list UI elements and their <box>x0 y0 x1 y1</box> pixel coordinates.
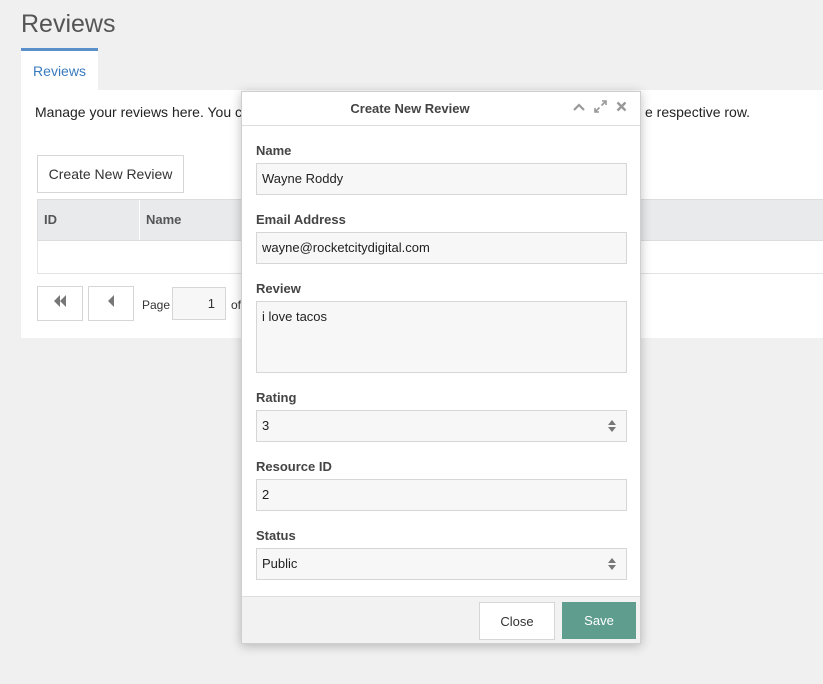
first-page-button[interactable] <box>37 286 83 321</box>
maximize-icon[interactable] <box>593 100 607 116</box>
page-number-input[interactable]: 1 <box>172 287 226 320</box>
resource-id-field[interactable]: 2 <box>256 479 627 511</box>
create-review-dialog: Create New Review Name Wayne Roddy Email… <box>241 91 641 644</box>
select-arrows-icon <box>608 557 616 571</box>
status-label: Status <box>256 528 296 543</box>
collapse-icon[interactable] <box>572 100 586 116</box>
chevron-left-icon <box>108 295 114 307</box>
name-field[interactable]: Wayne Roddy <box>256 163 627 195</box>
status-value: Public <box>262 556 298 571</box>
page-title: Reviews <box>21 10 116 38</box>
resource-id-label: Resource ID <box>256 459 332 474</box>
select-arrows-icon <box>608 419 616 433</box>
name-label: Name <box>256 143 292 158</box>
column-header-id[interactable]: ID <box>38 200 140 240</box>
review-textarea[interactable]: i love tacos <box>256 301 627 373</box>
close-button[interactable]: Close <box>479 602 555 640</box>
double-chevron-left-icon <box>54 295 66 307</box>
description-left: Manage your reviews here. You can <box>35 104 258 120</box>
create-new-review-button[interactable]: Create New Review <box>37 155 184 193</box>
rating-value: 3 <box>262 418 270 433</box>
dialog-title: Create New Review <box>350 101 470 116</box>
dialog-titlebar[interactable]: Create New Review <box>242 92 640 126</box>
page-of-label: of <box>231 298 242 312</box>
previous-page-button[interactable] <box>88 286 134 321</box>
review-label: Review <box>256 281 301 296</box>
close-icon[interactable] <box>614 100 628 116</box>
rating-select[interactable]: 3 <box>256 410 627 442</box>
page-label: Page <box>142 298 171 312</box>
panel-description: Manage your reviews here. You can e resp… <box>35 104 750 120</box>
dialog-footer: Close Save <box>242 596 640 643</box>
description-right: e respective row. <box>645 104 751 120</box>
status-select[interactable]: Public <box>256 548 627 580</box>
email-field[interactable]: wayne@rocketcitydigital.com <box>256 232 627 264</box>
tab-reviews[interactable]: Reviews <box>21 48 98 91</box>
email-label: Email Address <box>256 212 346 227</box>
save-button[interactable]: Save <box>562 602 636 639</box>
rating-label: Rating <box>256 390 297 405</box>
